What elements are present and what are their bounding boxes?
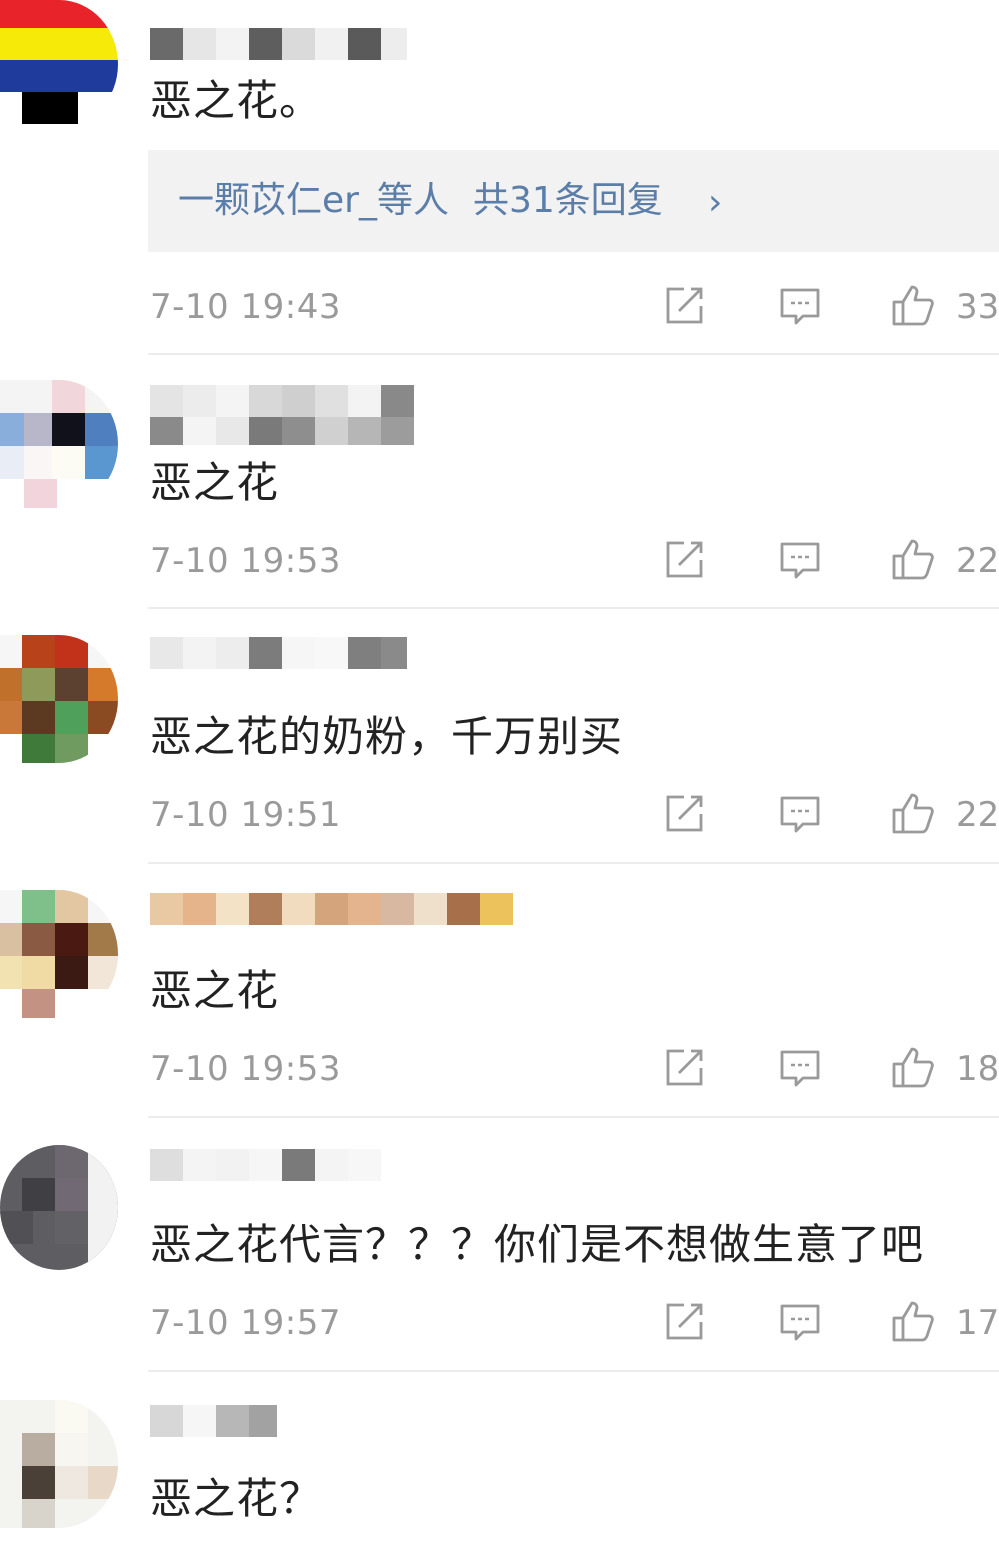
- like-count: 22: [956, 795, 999, 835]
- divider: [148, 607, 999, 609]
- divider: [148, 1370, 999, 1372]
- avatar[interactable]: [0, 380, 118, 508]
- reply-names: 一颗苡仁er_等人: [178, 180, 449, 221]
- avatar[interactable]: [0, 1145, 118, 1270]
- reply-count: 共31条回复: [472, 180, 663, 221]
- avatar[interactable]: [0, 1400, 118, 1528]
- thumbs-up-icon[interactable]: [890, 282, 936, 328]
- comment-text: 恶之花的奶粉，千万别买: [150, 712, 624, 761]
- comment-bubble-icon[interactable]: [777, 282, 823, 328]
- share-edit-icon[interactable]: [662, 1298, 708, 1344]
- comment-meta: 7-10 19:57 17: [150, 1298, 999, 1348]
- thumbs-up-icon[interactable]: [890, 790, 936, 836]
- comment-bubble-icon[interactable]: [777, 790, 823, 836]
- replies-preview[interactable]: 一颗苡仁er_等人 共31条回复 ›: [148, 150, 999, 252]
- comment-meta: 7-10 19:43 33: [150, 282, 999, 332]
- username-redacted[interactable]: [150, 637, 410, 687]
- avatar[interactable]: [0, 890, 118, 1018]
- comment-meta: 7-10 19:53 18: [150, 1044, 999, 1094]
- comment-bubble-icon[interactable]: [777, 536, 823, 582]
- comment-text: 恶之花: [150, 966, 280, 1015]
- avatar[interactable]: [0, 0, 118, 128]
- share-edit-icon[interactable]: [662, 790, 708, 836]
- like-count: 17: [956, 1303, 999, 1343]
- comment-time: 7-10 19:53: [150, 541, 341, 581]
- comment-text: 恶之花。: [150, 76, 323, 125]
- comment-time: 7-10 19:57: [150, 1303, 341, 1343]
- like-count: 33: [956, 287, 999, 327]
- comment-time: 7-10 19:53: [150, 1049, 341, 1089]
- comment-text: 恶之花: [150, 458, 280, 507]
- username-redacted[interactable]: [150, 893, 522, 925]
- thumbs-up-icon[interactable]: [890, 1298, 936, 1344]
- username-redacted[interactable]: [150, 385, 440, 445]
- divider: [148, 862, 999, 864]
- comment-text: 恶之花？: [150, 1474, 323, 1523]
- comment-meta: 7-10 19:51 22: [150, 790, 999, 840]
- comment-text: 恶之花代言？？？你们是不想做生意了吧: [150, 1220, 925, 1269]
- chevron-right-icon: ›: [708, 182, 723, 223]
- comment-time: 7-10 19:51: [150, 795, 341, 835]
- avatar[interactable]: [0, 635, 118, 763]
- thumbs-up-icon[interactable]: [890, 536, 936, 582]
- username-redacted[interactable]: [150, 1405, 280, 1437]
- username-redacted[interactable]: [150, 1149, 390, 1203]
- username-redacted[interactable]: [150, 28, 410, 60]
- divider: [148, 353, 999, 355]
- share-edit-icon[interactable]: [662, 1044, 708, 1090]
- divider: [148, 1116, 999, 1118]
- replies-summary[interactable]: 一颗苡仁er_等人 共31条回复: [178, 178, 663, 224]
- comment-time: 7-10 19:43: [150, 287, 341, 327]
- share-edit-icon[interactable]: [662, 282, 708, 328]
- like-count: 22: [956, 541, 999, 581]
- comment-meta: 7-10 19:53 22: [150, 536, 999, 586]
- thumbs-up-icon[interactable]: [890, 1044, 936, 1090]
- share-edit-icon[interactable]: [662, 536, 708, 582]
- like-count: 18: [956, 1049, 999, 1089]
- comment-bubble-icon[interactable]: [777, 1298, 823, 1344]
- comment-bubble-icon[interactable]: [777, 1044, 823, 1090]
